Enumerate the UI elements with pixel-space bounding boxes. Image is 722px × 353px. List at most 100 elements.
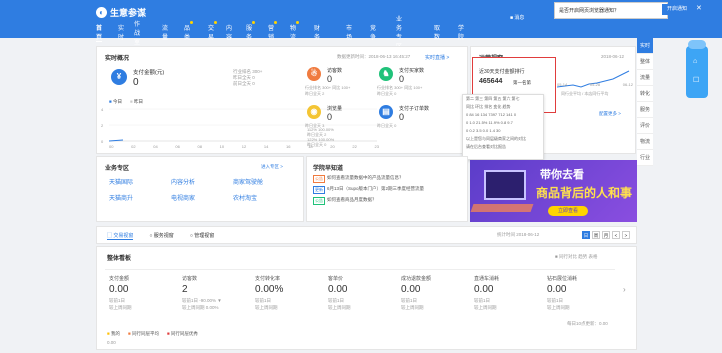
nav-item[interactable]: 实时 — [118, 23, 124, 41]
panel-title: 实时概况 — [105, 56, 130, 62]
kpi-sub: 昨日全天 0 — [377, 91, 397, 96]
x-tick: 06 — [175, 144, 180, 149]
metric-compare: 较前1日 — [109, 298, 126, 303]
enter-zone-link[interactable]: 进入专区 > — [261, 164, 283, 170]
nav-item[interactable]: 营销 — [268, 21, 278, 41]
nav-item[interactable]: 业务专区 — [396, 14, 402, 50]
sidebar-item[interactable]: 实时 — [637, 38, 653, 54]
nav-item[interactable]: 财务 — [314, 23, 320, 41]
banner-button[interactable]: 立即查看 — [548, 206, 588, 216]
enable-notification-button[interactable]: 开启通知 — [662, 4, 692, 15]
period-switch: 日周月 < > — [582, 231, 630, 239]
metric-label: 成功退款金额 — [401, 276, 432, 282]
nav-item[interactable]: 交易 — [208, 21, 218, 41]
close-icon[interactable]: ✕ — [696, 4, 702, 12]
metric-label: 客单价 — [328, 276, 344, 282]
nav-item[interactable]: 取数 — [434, 23, 440, 41]
business-link[interactable]: 天猫国际 — [109, 177, 133, 186]
sidebar-item[interactable]: 行业 — [637, 150, 653, 166]
nav-item[interactable]: 首页 — [96, 23, 103, 42]
promo-banner[interactable]: 带你去看 商品背后的人和事 立即查看 — [470, 160, 637, 222]
trend-note: 同行业平均 / 本店同行平均 — [561, 91, 609, 96]
sidebar-item[interactable]: 评价 — [637, 118, 653, 134]
view-tabs: ▢ 交易视窗 ○ 服务视窗 ○ 管理视窗 — [107, 232, 214, 240]
nav-item[interactable]: 流量 — [162, 23, 168, 41]
pageview-icon: ◉ — [307, 105, 321, 119]
sidebar-item[interactable]: 整体 — [637, 54, 653, 70]
learn-item[interactable]: 6月13日（Supo版本门户）第2期三季度经营流量 — [327, 186, 465, 192]
sidebar-item[interactable]: 流量 — [637, 70, 653, 86]
view-tabs-bar: ▢ 交易视窗 ○ 服务视窗 ○ 管理视窗 统计时间 2018-06-12 日周月 < > — [96, 226, 637, 244]
learn-item[interactable]: 如何查看商品月度数据？ — [327, 197, 465, 203]
visitor-icon: ☃ — [307, 67, 321, 81]
nav-item[interactable]: 服务 — [246, 21, 256, 41]
learn-item[interactable]: 如何查看流量数据中的产品流量信息？ — [327, 175, 465, 181]
x-tick: 20 — [330, 144, 335, 149]
logo-icon: ◐ — [96, 7, 107, 18]
trend-date: 2018-06-12 — [601, 54, 625, 59]
kpi-value: 0 — [399, 74, 405, 84]
metric-compare: 较上周同期 0.00% — [182, 305, 219, 310]
legend-item: ■ 同行同层平均 — [127, 331, 159, 336]
business-link[interactable]: 内容分析 — [171, 177, 195, 186]
business-link[interactable]: 农村淘宝 — [233, 193, 257, 202]
period-button[interactable]: 月 — [602, 231, 610, 239]
period-button[interactable]: 日 — [582, 231, 590, 239]
shop-select-caret[interactable]: ▼ — [138, 9, 144, 15]
dropdown-line: 以上是您与同层级商家之间的对比 — [466, 136, 526, 141]
kpi-sub: 昨日全天 0 — [377, 123, 397, 128]
period-button[interactable]: < — [612, 231, 620, 239]
pay-stats: 行业排名 300+ 昨日全天 0 前日全天 0 — [233, 69, 262, 87]
nav-item[interactable]: 竞争 — [370, 23, 376, 41]
view-tab[interactable]: ○ 管理视窗 — [190, 232, 214, 240]
nav-item[interactable]: 学院 — [458, 23, 464, 41]
nav-item[interactable]: 物流 — [290, 21, 300, 41]
divider — [105, 269, 615, 270]
period-button[interactable]: 周 — [592, 231, 600, 239]
metric-compare: 较上周同期 — [255, 305, 278, 310]
x-tick: 14 — [263, 144, 269, 149]
pay-stat: 前日全天 0 — [233, 81, 255, 86]
overview-view-options[interactable]: ■ 同行对比 趋势 表格 — [555, 254, 597, 260]
nav-item[interactable]: 品类 — [184, 21, 194, 41]
business-link[interactable]: 天猫商升 — [109, 193, 133, 202]
business-link[interactable]: 商家驾驶舱 — [233, 177, 263, 186]
view-tab[interactable]: ▢ 交易视窗 — [107, 232, 134, 240]
next-arrow-icon[interactable]: › — [623, 285, 626, 294]
nav-item[interactable]: 作战室 — [134, 19, 140, 46]
period-button[interactable]: > — [622, 231, 630, 239]
floating-tool[interactable]: ⌂ ☐ — [686, 40, 708, 98]
metric-card[interactable]: 钻石展位消耗 0.00 较前1日 较上周同期 — [547, 275, 617, 311]
chart-legend: ■ 今日 ■ 昨日 — [109, 99, 143, 105]
metric-card[interactable]: 客单价 0.00 较前1日 较上周同期 — [328, 275, 398, 311]
pay-amount-label: 支付金额(元) — [133, 70, 165, 76]
metric-card[interactable]: 支付转化率 0.00% 较前1日 较上周同期 — [255, 275, 325, 311]
home-icon[interactable]: ⌂ — [693, 58, 697, 65]
business-title: 业务专区 — [105, 166, 130, 172]
chat-icon[interactable]: ☐ — [693, 76, 699, 84]
nav-item[interactable]: 市场 — [346, 23, 352, 41]
metric-card[interactable]: 访客数 2 较前1日 -90.00% ▼ 较上周同期 0.00% — [182, 275, 252, 311]
legend-today: ■ 今日 — [109, 99, 122, 104]
metric-card[interactable]: 支付金额 0.00 较前1日 较上周同期 — [109, 275, 179, 311]
view-tab[interactable]: ○ 服务视窗 — [149, 232, 173, 240]
metric-value: 2 — [182, 284, 188, 295]
sidebar-item[interactable]: 转化 — [637, 86, 653, 102]
x-tick: 04 — [153, 144, 158, 149]
metric-card[interactable]: 成功退款金额 0.00 较前1日 较上周同期 — [401, 275, 471, 311]
live-link[interactable]: 实时直播 > — [425, 54, 449, 61]
dropdown-line: 0 1.0 21.5% 11.9% 0.8 9.7 — [466, 120, 513, 125]
config-more-link[interactable]: 配置更多 > — [599, 111, 621, 117]
metric-compare: 较上周同期 — [474, 305, 497, 310]
sidebar-item[interactable]: 服务 — [637, 102, 653, 118]
sidebar-item[interactable]: 物流 — [637, 134, 653, 150]
messages-link[interactable]: ■ 消息 — [510, 14, 524, 21]
order-icon: ▤ — [379, 105, 393, 119]
metric-card[interactable]: 直通车消耗 0.00 较前1日 较上周同期 — [474, 275, 544, 311]
trend-tick: 05-28 — [589, 82, 601, 87]
business-link[interactable]: 电视商家 — [171, 193, 195, 202]
notification-prompt: 是否开启网页浏览器通知？ — [554, 2, 668, 19]
metric-compare: 较前1日 — [474, 298, 491, 303]
x-tick: 22 — [352, 144, 357, 149]
nav-item[interactable]: 内容 — [226, 23, 232, 41]
